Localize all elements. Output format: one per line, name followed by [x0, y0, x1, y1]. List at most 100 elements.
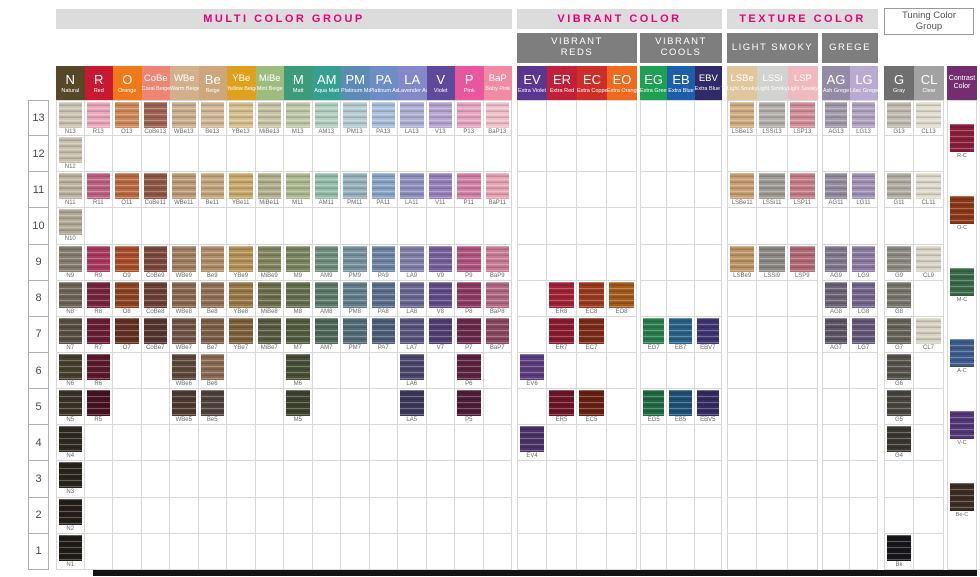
cell-P-3 [455, 461, 484, 497]
cell-LG-12 [850, 136, 878, 172]
swatch-label-PA13: PA13 [370, 128, 398, 136]
contrast-label-V-C: V-C [948, 440, 976, 446]
texture-color-title: TEXTURE COLOR [727, 9, 878, 29]
cell-MiBe-9: MiBe9 [256, 245, 285, 281]
swatch-label-BaP13: BaP13 [484, 128, 512, 136]
cell-LSBe-9: LSBe9 [727, 245, 757, 281]
swatch-label-N2: N2 [57, 525, 84, 533]
swatch-label-Be11: Be11 [199, 199, 227, 207]
swatch-label-Be9: Be9 [199, 272, 227, 280]
cell-BaP-2 [484, 498, 513, 534]
swatch-label-WBe13: WBe13 [170, 128, 198, 136]
column-name-EB: Extra Blue [668, 88, 693, 94]
cell-V-10 [427, 208, 456, 244]
swatch-LA11 [400, 173, 424, 199]
cell-G-13: G13 [884, 100, 914, 136]
swatch-label-EC7: EC7 [577, 344, 606, 352]
cell-EB-9 [667, 245, 694, 281]
vibrant-cools-subheader: VIBRANT COOLS [640, 33, 722, 63]
column-name-AG: Ash Grege [823, 88, 849, 94]
cell-LSP-8 [788, 281, 818, 317]
cell-LA-12 [398, 136, 427, 172]
swatch-EBV5 [697, 390, 719, 416]
cell-LSSi-7 [757, 317, 787, 353]
swatch-label-WBe9: WBe9 [170, 272, 198, 280]
cell-EBV-4 [695, 425, 722, 461]
cell-AM-6 [313, 353, 342, 389]
cell-EC-9 [577, 245, 607, 281]
cell-LSSi-12 [757, 136, 787, 172]
swatch-ER8 [549, 282, 574, 308]
swatch-label-Be13: Be13 [199, 128, 227, 136]
cell-ER-12 [547, 136, 577, 172]
column-header-EC: ECExtra Copper [577, 66, 607, 100]
cell-LG-5 [850, 389, 878, 425]
cell-Be-3 [199, 461, 228, 497]
swatch-label-EV6: EV6 [518, 380, 546, 388]
cell-PA-13: PA13 [370, 100, 399, 136]
cell-BaP-12 [484, 136, 513, 172]
swatch-label-LA8: LA8 [398, 308, 426, 316]
cell-EB-10 [667, 208, 694, 244]
swatch-N11 [59, 173, 82, 199]
cell-O-2 [113, 498, 142, 534]
cell-AG-10 [822, 208, 850, 244]
cell-EBV-1 [695, 534, 722, 570]
contrast-swatch-V-C [950, 411, 974, 439]
cell-WBe-9: WBe9 [170, 245, 199, 281]
swatch-label-P5: P5 [455, 416, 483, 424]
column-header-LSP: LSPLight Smoky Pink [788, 66, 818, 100]
cell-O-7: O7 [113, 317, 142, 353]
cell-YBe-3 [227, 461, 256, 497]
cell-CoBe-10 [142, 208, 171, 244]
cell-V-4 [427, 425, 456, 461]
swatch-label-P6: P6 [455, 380, 483, 388]
swatch-BaP9 [486, 246, 510, 272]
color-chart-page: MULTI COLOR GROUP VIBRANT COLOR TEXTURE … [0, 0, 980, 577]
column-name-LSSi: Light Smoky Silver [757, 86, 787, 92]
swatch-MiBe11 [258, 173, 282, 199]
cell-G-11: G11 [884, 172, 914, 208]
swatch-LSP11 [790, 173, 815, 199]
swatch-LA5 [400, 390, 424, 416]
swatch-label-G13: G13 [885, 128, 913, 136]
cell-EO-5 [607, 389, 637, 425]
swatch-label-Be8: Be8 [199, 308, 227, 316]
swatch-AM11 [315, 173, 339, 199]
swatch-O13 [115, 102, 139, 128]
swatch-CoBe13 [144, 102, 168, 128]
cell-LSP-6 [788, 353, 818, 389]
swatch-N6 [59, 354, 82, 380]
column-name-LA: Lavender Ash [398, 88, 427, 94]
cell-AM-12 [313, 136, 342, 172]
column-header-AG: AGAsh Grege [822, 66, 850, 100]
swatch-P8 [457, 282, 481, 308]
vibrant-color-title: VIBRANT COLOR [517, 9, 722, 29]
cell-CL-8 [914, 281, 944, 317]
cell-BaP-6 [484, 353, 513, 389]
column-code-PM: PM [346, 73, 366, 86]
cell-LG-11: LG11 [850, 172, 878, 208]
swatch-EC5 [579, 390, 604, 416]
cell-G-2 [884, 498, 914, 534]
cell-LSSi-9: LSSi9 [757, 245, 787, 281]
light-smoky-subheader: LIGHT SMOKY [727, 33, 818, 63]
level-number-9: 9 [28, 245, 49, 281]
swatch-LSBe9 [730, 246, 754, 272]
column-name-N: Natural [61, 88, 79, 94]
cell-EG-8 [640, 281, 667, 317]
contrast-label-A-C: A-C [948, 368, 976, 374]
cell-EBV-8 [695, 281, 722, 317]
cell-CoBe-11: CoBe11 [142, 172, 171, 208]
swatch-CL11 [916, 173, 941, 199]
cell-AG-11: AG11 [822, 172, 850, 208]
swatch-N2 [59, 499, 82, 525]
cell-LSBe-8 [727, 281, 757, 317]
cell-P-6: P6 [455, 353, 484, 389]
tuning-color-group-box: Tuning Color Group [884, 8, 974, 35]
cell-V-9: V9 [427, 245, 456, 281]
cell-EBV-7: EBV7 [695, 317, 722, 353]
contrast-swatch-A-C [950, 339, 974, 367]
swatch-label-LG9: LG9 [850, 272, 877, 280]
cell-LSP-4 [788, 425, 818, 461]
